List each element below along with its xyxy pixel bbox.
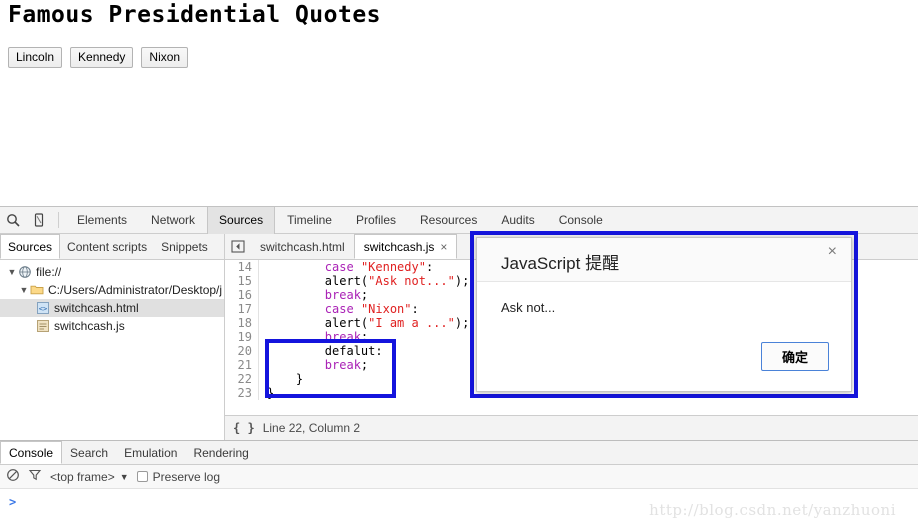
line-number: 18 [225, 316, 259, 330]
code-text: break; [324, 330, 369, 344]
editor-tab-label: switchcash.html [260, 239, 345, 254]
clear-console-icon[interactable] [6, 468, 20, 485]
tab-timeline[interactable]: Timeline [275, 207, 344, 234]
code-text: case "Nixon": [324, 302, 419, 316]
code-text: alert("Ask not..."); [267, 274, 470, 288]
js-file-icon [36, 319, 50, 333]
watermark: http://blog.csdn.net/yanzhuoni [649, 501, 896, 519]
pretty-print-icon[interactable]: { } [233, 421, 255, 435]
drawer-tab-console[interactable]: Console [0, 441, 63, 464]
expand-triangle-icon[interactable]: ▼ [6, 267, 18, 277]
editor-tab-switchcash-html[interactable]: switchcash.html [251, 234, 354, 259]
html-file-icon: <> [36, 301, 50, 315]
tree-label-switchcash-js: switchcash.js [54, 319, 125, 333]
subtab-sources[interactable]: Sources [0, 234, 61, 259]
tab-elements[interactable]: Elements [65, 207, 139, 234]
tree-label-switchcash-html: switchcash.html [54, 301, 139, 315]
line-number: 20 [225, 344, 259, 358]
code-text: } [267, 386, 275, 400]
tree-item-folder[interactable]: ▼ C:/Users/Administrator/Desktop/j [0, 281, 224, 299]
tree-label-file-origin: file:// [36, 265, 62, 279]
close-icon[interactable]: × [440, 240, 447, 254]
code-text: alert("I am a ..."); [267, 316, 470, 330]
expand-triangle-icon[interactable]: ▼ [18, 285, 30, 295]
close-icon[interactable]: × [828, 244, 837, 260]
tree-label-folder: C:/Users/Administrator/Desktop/j [48, 283, 223, 297]
drawer-tab-strip: Console Search Emulation Rendering [0, 441, 918, 465]
tab-audits[interactable]: Audits [489, 207, 546, 234]
line-number: 17 [225, 302, 259, 316]
screenshot-root: Famous Presidential Quotes Lincoln Kenne… [0, 0, 918, 522]
sources-navigator: Sources Content scripts Snippets ▼ file:… [0, 234, 225, 440]
chevron-down-icon[interactable]: ▼ [120, 472, 129, 482]
file-tree: ▼ file:// ▼ C:/Users/Administrator/Deskt… [0, 260, 224, 335]
devtools-toolbar: Elements Network Sources Timeline Profil… [0, 206, 918, 234]
preserve-log-toggle[interactable]: Preserve log [136, 469, 221, 484]
tree-item-switchcash-js[interactable]: switchcash.js [0, 317, 224, 335]
tab-resources[interactable]: Resources [408, 207, 489, 234]
preserve-log-label: Preserve log [152, 469, 221, 484]
line-number: 14 [225, 260, 259, 274]
tab-console[interactable]: Console [547, 207, 615, 234]
tree-item-file-origin[interactable]: ▼ file:// [0, 263, 224, 281]
web-page-content: Famous Presidential Quotes Lincoln Kenne… [0, 0, 918, 206]
folder-icon [30, 283, 44, 297]
device-toggle-icon[interactable] [26, 207, 52, 233]
drawer-tab-rendering[interactable]: Rendering [185, 441, 256, 464]
line-number: 23 [225, 386, 259, 400]
dialog-ok-button[interactable]: 确定 [761, 342, 829, 371]
globe-icon [18, 265, 32, 279]
lincoln-button[interactable]: Lincoln [8, 47, 63, 68]
dialog-header: JavaScript 提醒 × [477, 238, 851, 282]
filter-icon[interactable] [28, 468, 42, 485]
javascript-alert-dialog: JavaScript 提醒 × Ask not... 确定 [476, 237, 852, 392]
code-text: defalut: [267, 344, 383, 358]
quote-buttons: Lincoln Kennedy Nixon [8, 47, 189, 68]
dialog-message: Ask not... [501, 300, 556, 315]
svg-text:<>: <> [39, 305, 47, 313]
frame-selector-label: <top frame> [50, 469, 115, 484]
kennedy-button[interactable]: Kennedy [70, 47, 134, 68]
subtab-content-scripts[interactable]: Content scripts [60, 234, 154, 259]
line-number: 21 [225, 358, 259, 372]
dialog-title: JavaScript 提醒 [501, 254, 620, 273]
subtab-snippets[interactable]: Snippets [154, 234, 215, 259]
devtools-tab-strip: Elements Network Sources Timeline Profil… [65, 206, 615, 234]
frame-selector[interactable]: <top frame> ▼ [50, 470, 129, 484]
navigator-collapse-icon[interactable] [225, 234, 251, 259]
code-text: break; [324, 288, 369, 302]
editor-tab-label: switchcash.js [363, 239, 435, 254]
editor-status-bar: { } Line 22, Column 2 [225, 415, 918, 440]
tab-sources[interactable]: Sources [207, 206, 276, 234]
line-number: 22 [225, 372, 259, 386]
navigator-subtabs: Sources Content scripts Snippets [0, 234, 224, 260]
tab-profiles[interactable]: Profiles [344, 207, 408, 234]
console-toolbar: <top frame> ▼ Preserve log [0, 465, 918, 489]
search-icon[interactable] [0, 207, 26, 233]
nixon-button[interactable]: Nixon [141, 47, 189, 68]
console-prompt-icon: > [9, 495, 17, 509]
drawer-tab-search[interactable]: Search [62, 441, 116, 464]
line-number: 16 [225, 288, 259, 302]
line-number: 19 [225, 330, 259, 344]
page-title: Famous Presidential Quotes [8, 2, 382, 28]
tab-network[interactable]: Network [139, 207, 207, 234]
toolbar-separator [58, 212, 59, 228]
tree-item-switchcash-html[interactable]: <> switchcash.html [0, 299, 224, 317]
code-text: break; [324, 358, 369, 372]
preserve-log-checkbox[interactable] [136, 471, 148, 482]
drawer-tab-emulation[interactable]: Emulation [116, 441, 185, 464]
editor-tab-switchcash-js[interactable]: switchcash.js × [353, 234, 458, 259]
code-text: } [267, 372, 304, 386]
line-number: 15 [225, 274, 259, 288]
cursor-position: Line 22, Column 2 [262, 421, 361, 435]
code-text: case "Kennedy": [324, 260, 434, 274]
